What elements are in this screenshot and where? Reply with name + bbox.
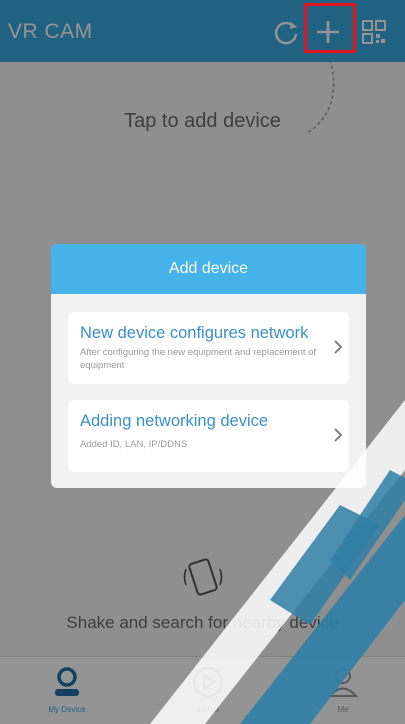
option-title: New device configures network (80, 324, 309, 342)
highlight-box (304, 3, 356, 53)
option-title: Adding networking device (80, 412, 269, 430)
option-new-device-configure[interactable]: New device configures network After conf… (68, 312, 349, 384)
add-device-dialog: Add device New device configures network… (51, 244, 366, 488)
chevron-right-icon (334, 428, 343, 442)
option-subtitle: Added ID, LAN, IP/DDNS (80, 439, 188, 450)
dialog-title: Add device (51, 244, 366, 294)
option-add-networking-device[interactable]: Adding networking device Added ID, LAN, … (68, 400, 349, 472)
option-subtitle: After configuring the new equipment and … (80, 347, 317, 371)
chevron-right-icon (334, 340, 343, 354)
